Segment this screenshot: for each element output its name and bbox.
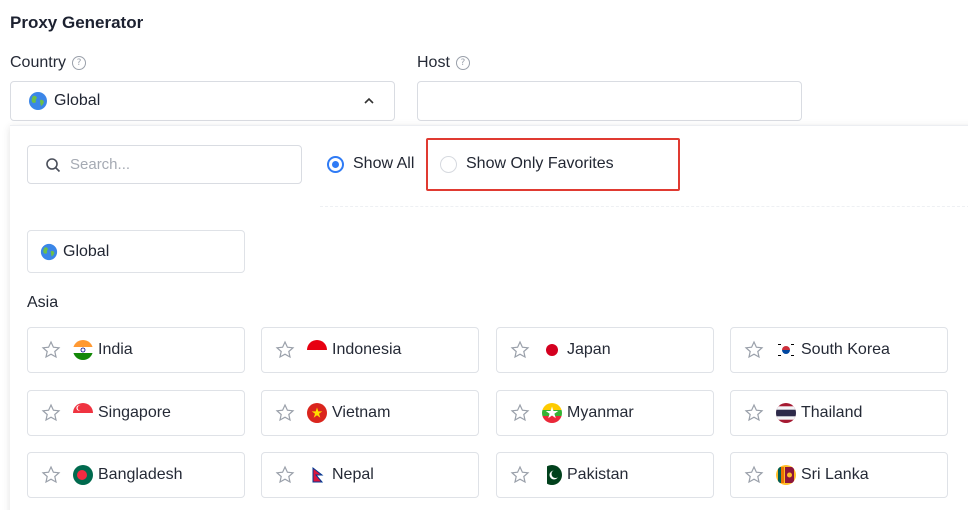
country-option-thailand[interactable]: Thailand: [730, 390, 948, 436]
star-icon[interactable]: [510, 465, 530, 485]
country-name: Myanmar: [567, 404, 634, 421]
india-flag-icon: [73, 340, 93, 360]
help-icon[interactable]: ?: [455, 56, 470, 70]
japan-flag-icon: [542, 340, 562, 360]
south-korea-flag-icon: [776, 340, 796, 360]
star-icon[interactable]: [41, 340, 61, 360]
page-title: Proxy Generator: [10, 13, 144, 32]
country-option-sri-lanka[interactable]: Sri Lanka: [730, 452, 948, 498]
country-name: Japan: [567, 341, 611, 358]
star-icon[interactable]: [41, 403, 61, 423]
country-name: South Korea: [801, 341, 890, 358]
globe-icon: [40, 243, 58, 260]
thailand-flag-icon: [776, 403, 796, 423]
country-option-pakistan[interactable]: Pakistan: [496, 452, 714, 498]
star-icon[interactable]: [744, 340, 764, 360]
divider: [320, 206, 968, 207]
country-option-nepal[interactable]: Nepal: [261, 452, 479, 498]
radio-show-all-label: Show All: [353, 155, 415, 172]
pakistan-flag-icon: [542, 465, 562, 485]
vietnam-flag-icon: [307, 403, 327, 423]
myanmar-flag-icon: [542, 403, 562, 423]
singapore-flag-icon: [73, 403, 93, 423]
globe-icon: [29, 92, 47, 110]
country-label: Country: [10, 54, 67, 71]
radio-show-all[interactable]: Show All: [327, 155, 414, 173]
bangladesh-flag-icon: [73, 465, 93, 485]
sri-lanka-flag-icon: [776, 465, 796, 485]
host-label-group: Host ?: [417, 54, 470, 72]
chevron-up-icon: [364, 97, 374, 104]
country-name: India: [98, 341, 133, 358]
star-icon[interactable]: [41, 465, 61, 485]
help-icon[interactable]: ?: [72, 56, 87, 70]
country-option-myanmar[interactable]: Myanmar: [496, 390, 714, 436]
star-icon[interactable]: [744, 403, 764, 423]
search-placeholder: Search...: [70, 156, 131, 173]
country-option-south-korea[interactable]: South Korea: [730, 327, 948, 373]
country-select[interactable]: Global: [10, 81, 395, 121]
country-label-group: Country ?: [10, 54, 87, 72]
search-icon: [46, 157, 61, 172]
star-icon[interactable]: [275, 403, 295, 423]
highlight-box: [426, 138, 680, 191]
country-name: Sri Lanka: [801, 466, 869, 483]
star-icon[interactable]: [510, 403, 530, 423]
global-option-label: Global: [63, 242, 110, 260]
star-icon[interactable]: [744, 465, 764, 485]
country-select-value: Global: [54, 92, 101, 109]
star-icon[interactable]: [275, 340, 295, 360]
country-option-india[interactable]: India: [27, 327, 245, 373]
country-name: Pakistan: [567, 466, 629, 483]
nepal-flag-icon: [307, 465, 327, 485]
country-name: Singapore: [98, 404, 171, 421]
host-input[interactable]: [417, 81, 802, 121]
country-option-japan[interactable]: Japan: [496, 327, 714, 373]
search-input[interactable]: Search...: [27, 145, 302, 184]
country-option-indonesia[interactable]: Indonesia: [261, 327, 479, 373]
region-heading: Asia: [27, 294, 59, 311]
radio-selected-icon: [327, 155, 344, 173]
global-option[interactable]: Global: [27, 230, 245, 273]
country-option-bangladesh[interactable]: Bangladesh: [27, 452, 245, 498]
country-name: Thailand: [801, 404, 863, 421]
indonesia-flag-icon: [307, 340, 327, 360]
star-icon[interactable]: [510, 340, 530, 360]
host-label: Host: [417, 54, 450, 71]
country-option-vietnam[interactable]: Vietnam: [261, 390, 479, 436]
star-icon[interactable]: [275, 465, 295, 485]
country-option-singapore[interactable]: Singapore: [27, 390, 245, 436]
country-name: Bangladesh: [98, 466, 183, 483]
country-name: Vietnam: [332, 404, 391, 421]
country-name: Nepal: [332, 466, 374, 483]
country-dropdown-panel: Search... Show All Show Only Favorites G…: [10, 125, 968, 510]
country-name: Indonesia: [332, 341, 402, 358]
